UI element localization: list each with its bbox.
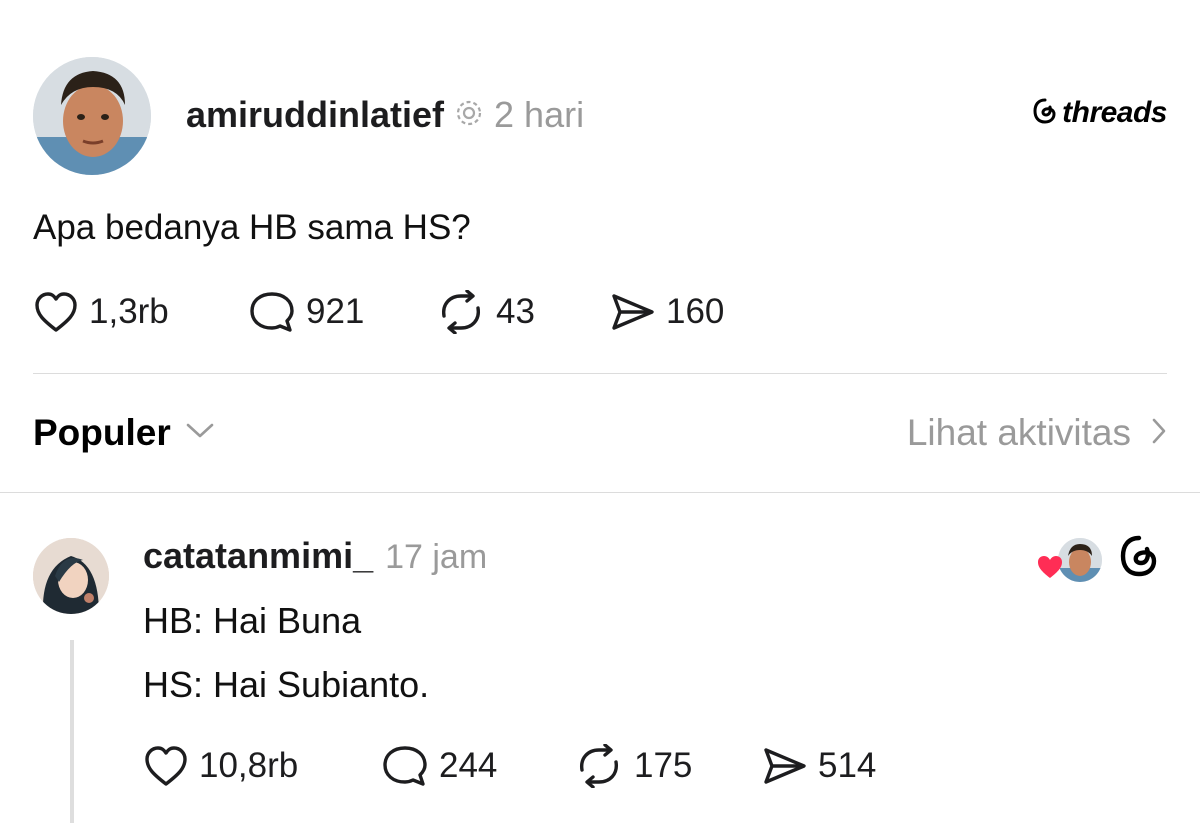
reply-line: HS: Hai Subianto. — [143, 664, 430, 705]
repost-button[interactable]: 43 — [436, 290, 535, 334]
threads-brand-text: threads — [1062, 96, 1167, 129]
like-button[interactable]: 1,3rb — [33, 290, 169, 334]
repost-count: 175 — [634, 746, 693, 785]
author-liked-badge — [1034, 535, 1104, 585]
heart-icon — [35, 292, 77, 332]
avatar-image — [33, 538, 109, 614]
repost-icon — [442, 290, 480, 334]
view-activity-label: Lihat aktivitas — [906, 412, 1131, 453]
divider — [0, 492, 1200, 493]
thread-line — [70, 640, 74, 823]
activity-icon — [454, 98, 484, 133]
divider — [33, 373, 1167, 374]
heart-filled-icon — [1036, 554, 1064, 585]
reply-avatar[interactable] — [33, 538, 109, 614]
reply-repost-button[interactable]: 175 — [574, 744, 692, 788]
reply-line: HB: Hai Buna — [143, 600, 362, 641]
reply-count: 921 — [306, 292, 365, 331]
repost-count: 43 — [496, 292, 535, 331]
like-count: 10,8rb — [199, 746, 299, 785]
reply-count: 244 — [439, 746, 498, 785]
reply-header: catatanmimi_ 17 jam — [143, 535, 487, 577]
reply-reply-button[interactable]: 244 — [381, 744, 497, 788]
like-count: 1,3rb — [89, 292, 169, 331]
share-count: 160 — [666, 292, 725, 331]
reply-time: 17 jam — [385, 538, 488, 576]
view-activity-link[interactable]: Lihat aktivitas — [907, 412, 1167, 454]
threads-logo-icon — [1118, 533, 1160, 584]
share-count: 514 — [818, 746, 877, 785]
chevron-right-icon — [1151, 417, 1167, 450]
author-username[interactable]: amiruddinlatief — [186, 94, 444, 136]
send-icon — [612, 294, 654, 330]
reply-like-button[interactable]: 10,8rb — [143, 744, 298, 788]
avatar-image — [33, 57, 151, 175]
sort-dropdown[interactable]: Populer — [33, 412, 215, 454]
post-time: 2 hari — [494, 94, 585, 135]
send-icon — [764, 748, 806, 784]
threads-watermark: threads — [1032, 96, 1167, 130]
chevron-down-icon — [185, 422, 215, 445]
reply-share-button[interactable]: 514 — [762, 744, 876, 788]
comment-icon — [250, 292, 294, 332]
comment-icon — [383, 746, 427, 786]
heart-icon — [145, 746, 187, 786]
reply-button[interactable]: 921 — [248, 290, 364, 334]
reply-username[interactable]: catatanmimi_ — [143, 535, 373, 577]
reply-badges — [1034, 533, 1160, 584]
repost-icon — [580, 744, 618, 788]
sort-label: Populer — [33, 412, 171, 453]
threads-logo-icon — [1032, 97, 1058, 130]
share-button[interactable]: 160 — [610, 290, 724, 334]
author-avatar[interactable] — [33, 57, 151, 175]
post-text: Apa bedanya HB sama HS? — [33, 208, 471, 247]
post-header: amiruddinlatief 2 hari — [186, 92, 584, 138]
